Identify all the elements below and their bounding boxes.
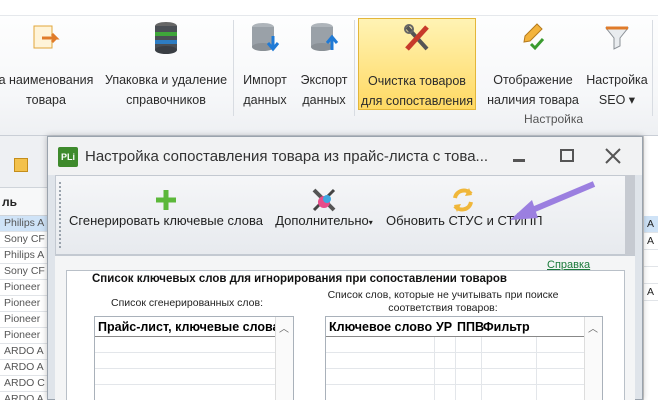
table-row[interactable]: Pioneer	[0, 312, 50, 328]
ribbon-button-label: Очистка товаров для сопоставления	[361, 74, 473, 108]
table-row[interactable]: ARDO A	[0, 344, 50, 360]
table-row[interactable]	[95, 369, 275, 385]
ribbon-group-caption: Настройка	[524, 112, 584, 126]
refresh-icon	[447, 184, 479, 216]
close-button[interactable]	[600, 145, 626, 167]
pointer-arrow-icon	[510, 181, 596, 220]
ribbon-button-label: а наименования товара	[0, 73, 94, 107]
table-row[interactable]: ARDO A	[0, 392, 50, 400]
settings-dialog: PLi Настройка сопоставления товара из пр…	[47, 136, 643, 400]
ribbon-button-show-stock[interactable]: Отображение наличия товара	[483, 18, 583, 114]
pencil-check-icon	[517, 20, 549, 56]
minimize-icon	[513, 159, 525, 162]
table-cell[interactable]: A	[644, 284, 658, 301]
product-grid-behind-right: A A A	[643, 136, 658, 400]
dialog-title: Настройка сопоставления товара из прайс-…	[85, 148, 489, 165]
ribbon: а наименования товара Упаковка и удаление…	[0, 0, 658, 136]
table-row[interactable]	[326, 353, 584, 369]
grid-scrollbar[interactable]: ︿	[584, 317, 602, 400]
grid-toolbar-behind	[0, 136, 50, 188]
database-export-icon	[308, 20, 340, 56]
ribbon-tabs-strip	[0, 0, 658, 16]
dialog-toolbar: Сгенерировать ключевые слова Дополнитель…	[55, 175, 635, 255]
panel-title: Список ключевых слов для игнорирования п…	[92, 273, 507, 285]
table-row[interactable]	[95, 385, 275, 400]
table-row[interactable]	[326, 337, 584, 353]
toolbar-grip[interactable]	[59, 182, 61, 248]
tools-icon	[401, 21, 433, 57]
ribbon-button-label: Отображение наличия товара	[487, 73, 579, 107]
table-row[interactable]	[326, 369, 584, 385]
generate-keywords-button[interactable]: Сгенерировать ключевые слова	[66, 176, 266, 256]
table-row[interactable]: Sony CF	[0, 232, 50, 248]
ignore-words-grid[interactable]: Ключевое слово УР ППВ Фильтр ︿	[325, 316, 603, 400]
table-row[interactable]	[95, 353, 275, 369]
table-cell[interactable]	[644, 250, 658, 267]
database-import-icon	[249, 20, 281, 56]
ribbon-button-clear-products[interactable]: Очистка товаров для сопоставления	[358, 18, 476, 110]
close-icon	[605, 148, 621, 164]
app-logo: PLi	[58, 147, 78, 167]
ignore-words-caption: Список слов, которые не учитывать при по…	[327, 289, 559, 314]
ribbon-separator	[233, 20, 234, 116]
grid-spacer	[644, 136, 658, 216]
maximize-button[interactable]	[554, 145, 580, 167]
ribbon-button-pack-delete[interactable]: Упаковка и удаление справочников	[100, 18, 232, 114]
column-header-keyword[interactable]: Ключевое слово	[329, 317, 432, 337]
table-row[interactable]: ARDO C	[0, 376, 50, 392]
ribbon-separator	[652, 20, 653, 116]
copy-arrow-icon	[30, 20, 62, 56]
table-row[interactable]	[95, 337, 275, 353]
folder-icon[interactable]	[14, 158, 28, 172]
table-row[interactable]: Pioneer	[0, 280, 50, 296]
filter-funnel-icon	[601, 20, 633, 56]
generated-words-caption: Список сгенерированных слов:	[111, 297, 264, 309]
grid-header-row: Ключевое слово УР ППВ Фильтр	[326, 317, 584, 337]
scroll-up-icon: ︿	[588, 324, 598, 335]
table-cell[interactable]	[644, 267, 658, 284]
toolbar-overflow-scrollbar[interactable]	[625, 175, 635, 255]
ribbon-button-label: Настройка SEO ▾	[586, 73, 648, 107]
table-cell[interactable]: A	[644, 233, 658, 250]
ribbon-button-rename[interactable]: а наименования товара	[0, 18, 100, 114]
dialog-content: Справка Список ключевых слов для игнорир…	[55, 255, 635, 400]
column-header-ppv[interactable]: ППВ	[457, 317, 484, 337]
maximize-icon	[560, 149, 574, 162]
column-header-ur[interactable]: УР	[436, 317, 452, 337]
tools-color-icon	[308, 184, 340, 216]
extra-dropdown-button[interactable]: Дополнительно▾	[270, 176, 378, 256]
ribbon-button-label: Импорт данных	[243, 73, 287, 107]
table-row[interactable]: Sony CF	[0, 264, 50, 280]
extra-label: Дополнительно▾	[275, 213, 373, 228]
ribbon-button-label: Экспорт данных	[300, 73, 348, 107]
table-row[interactable]	[326, 385, 584, 400]
ribbon-button-seo[interactable]: Настройка SEO ▾	[584, 18, 650, 114]
minimize-button[interactable]	[506, 145, 532, 167]
database-icon	[150, 20, 182, 56]
grid-scrollbar[interactable]: ︿	[275, 317, 293, 400]
plus-icon	[150, 184, 182, 216]
table-row[interactable]: Pioneer	[0, 296, 50, 312]
grid-header[interactable]: Прайс-лист, ключевые слова	[95, 317, 275, 337]
ribbon-button-import[interactable]: Импорт данных	[236, 18, 294, 114]
ribbon-button-export[interactable]: Экспорт данных	[296, 18, 352, 114]
grid-column-header[interactable]: ль	[0, 188, 50, 216]
table-row[interactable]: Philips A	[0, 248, 50, 264]
keywords-panel: Список ключевых слов для игнорирования п…	[66, 270, 625, 400]
scroll-up-icon: ︿	[279, 324, 289, 335]
table-cell[interactable]: A	[644, 216, 658, 233]
generated-words-grid[interactable]: Прайс-лист, ключевые слова ︿	[94, 316, 294, 400]
dialog-titlebar[interactable]: PLi Настройка сопоставления товара из пр…	[48, 137, 642, 175]
ribbon-separator	[354, 20, 355, 116]
product-grid-behind: ль Philips A Sony CF Philips A Sony CF P…	[0, 136, 50, 400]
ribbon-button-label: Упаковка и удаление справочников	[104, 73, 228, 107]
column-header-filter[interactable]: Фильтр	[483, 317, 530, 337]
table-row[interactable]: ARDO A	[0, 360, 50, 376]
table-row[interactable]: Philips A	[0, 216, 50, 232]
table-row[interactable]: Pioneer	[0, 328, 50, 344]
generate-keywords-label: Сгенерировать ключевые слова	[69, 213, 263, 228]
